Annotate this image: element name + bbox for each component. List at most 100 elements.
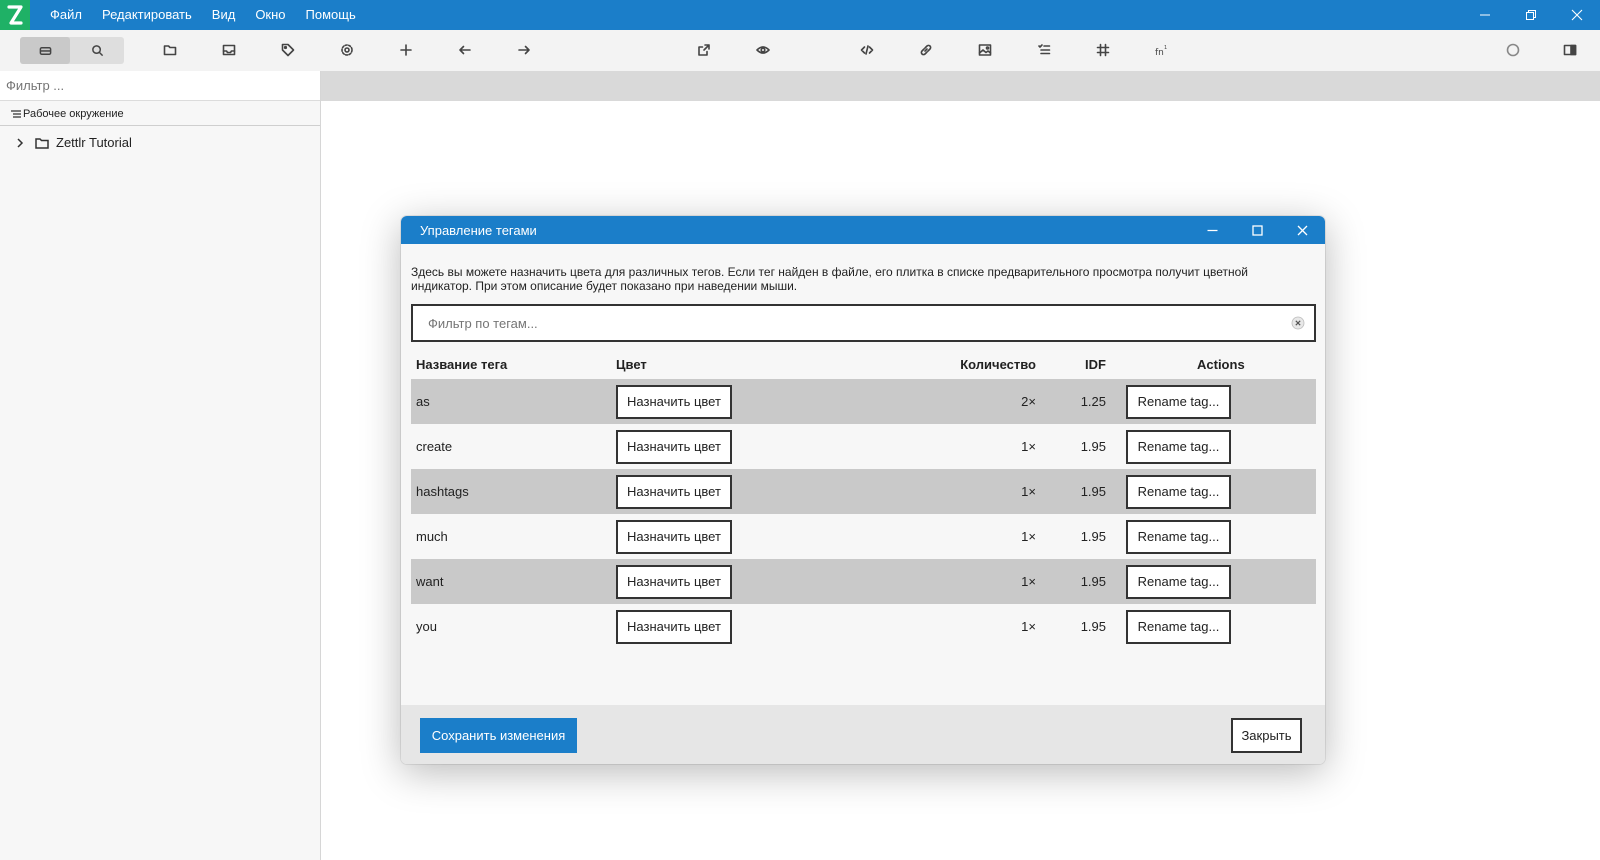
insert-footnote-button[interactable]: fn 1 <box>1146 36 1176 64</box>
table-row: as Назначить цвет 2× 1.25 Rename tag... <box>411 379 1316 424</box>
open-folder-button[interactable] <box>155 36 185 64</box>
rename-tag-button[interactable]: Rename tag... <box>1126 384 1231 419</box>
menu-edit[interactable]: Редактировать <box>92 0 202 30</box>
menu-window[interactable]: Окно <box>245 0 295 30</box>
column-header-count[interactable]: Количество <box>931 350 1041 379</box>
document-tab-bar <box>321 71 1600 101</box>
column-header-color[interactable]: Цвет <box>611 350 931 379</box>
minimize-button[interactable] <box>1462 0 1508 30</box>
column-header-name[interactable]: Название тега <box>411 350 611 379</box>
minimize-icon <box>1480 14 1490 16</box>
column-header-idf[interactable]: IDF <box>1041 350 1111 379</box>
insert-image-button[interactable] <box>970 36 1000 64</box>
link-icon <box>920 44 932 56</box>
plus-icon <box>400 44 412 56</box>
workspace-header[interactable]: Рабочее окружение <box>0 102 320 126</box>
forward-arrow-icon <box>518 45 530 55</box>
preview-button[interactable] <box>748 36 778 64</box>
save-changes-button[interactable]: Сохранить изменения <box>420 718 577 753</box>
minimize-icon <box>1207 229 1218 231</box>
tag-count: 1× <box>931 469 1041 514</box>
tag-name: hashtags <box>411 469 611 514</box>
tag-idf: 1.95 <box>1041 604 1111 649</box>
dialog-footer: Сохранить изменения Закрыть <box>401 705 1325 764</box>
dialog-description: Здесь вы можете назначить цвета для разл… <box>411 265 1248 293</box>
workspace-label: Рабочее окружение <box>23 107 124 120</box>
close-icon <box>1571 9 1583 21</box>
svg-text:1: 1 <box>1164 45 1167 51</box>
table-row: you Назначить цвет 1× 1.95 Rename tag... <box>411 604 1316 649</box>
toggle-sidebar-button[interactable] <box>1555 36 1585 64</box>
rename-tag-button[interactable]: Rename tag... <box>1126 609 1231 644</box>
table-row: much Назначить цвет 1× 1.95 Rename tag..… <box>411 514 1316 559</box>
insert-link-button[interactable] <box>911 36 941 64</box>
pomodoro-button[interactable] <box>1498 36 1528 64</box>
tag-idf: 1.95 <box>1041 559 1111 604</box>
tree-item-zettlr-tutorial[interactable]: Zettlr Tutorial <box>14 135 132 150</box>
global-search-button[interactable] <box>72 37 122 64</box>
tag-count: 1× <box>931 424 1041 469</box>
close-window-button[interactable] <box>1554 0 1600 30</box>
insert-code-button[interactable] <box>852 36 882 64</box>
tag-name: as <box>411 379 611 424</box>
navigate-forward-button[interactable] <box>509 36 539 64</box>
assign-color-button[interactable]: Назначить цвет <box>616 429 732 464</box>
tag-name: much <box>411 514 611 559</box>
insert-table-button[interactable] <box>1088 36 1118 64</box>
dialog-title-bar[interactable]: Управление тегами <box>401 216 1325 244</box>
tag-count: 1× <box>931 514 1041 559</box>
menu-bar: Файл Редактировать Вид Окно Помощь <box>40 0 366 30</box>
clear-filter-button[interactable] <box>1291 316 1305 330</box>
table-row: create Назначить цвет 1× 1.95 Rename tag… <box>411 424 1316 469</box>
dialog-maximize-button[interactable] <box>1235 216 1280 244</box>
rename-tag-button[interactable]: Rename tag... <box>1126 429 1231 464</box>
chevron-right-icon[interactable] <box>14 137 26 149</box>
tag-idf: 1.95 <box>1041 424 1111 469</box>
inbox-icon <box>222 44 236 56</box>
table-header-row: Название тега Цвет Количество IDF Action… <box>411 350 1316 379</box>
export-icon <box>698 44 710 56</box>
close-dialog-button[interactable]: Закрыть <box>1231 718 1302 753</box>
tag-icon <box>281 43 295 57</box>
assign-color-button[interactable]: Назначить цвет <box>616 609 732 644</box>
tag-filter-input[interactable] <box>413 306 1273 340</box>
table-row: want Назначить цвет 1× 1.95 Rename tag..… <box>411 559 1316 604</box>
restore-button[interactable] <box>1508 0 1554 30</box>
menu-view[interactable]: Вид <box>202 0 246 30</box>
code-icon <box>860 45 874 55</box>
table-row: hashtags Назначить цвет 1× 1.95 Rename t… <box>411 469 1316 514</box>
pomodoro-icon <box>1506 43 1520 57</box>
preview-eye-icon <box>756 46 770 54</box>
rename-tag-button[interactable]: Rename tag... <box>1126 564 1231 599</box>
svg-text:fn: fn <box>1155 48 1164 57</box>
file-manager-button[interactable] <box>20 37 70 64</box>
menu-help[interactable]: Помощь <box>296 0 366 30</box>
new-file-button[interactable] <box>391 36 421 64</box>
menu-file[interactable]: Файл <box>40 0 92 30</box>
file-manager-icon <box>39 46 51 55</box>
settings-button[interactable] <box>332 36 362 64</box>
export-button[interactable] <box>689 36 719 64</box>
title-bar: Файл Редактировать Вид Окно Помощь <box>0 0 1600 30</box>
assign-color-button[interactable]: Назначить цвет <box>616 564 732 599</box>
rename-tag-button[interactable]: Rename tag... <box>1126 474 1231 509</box>
restore-icon <box>1526 10 1536 20</box>
tree-item-label: Zettlr Tutorial <box>56 135 132 150</box>
insert-list-button[interactable] <box>1029 36 1059 64</box>
assign-color-button[interactable]: Назначить цвет <box>616 474 732 509</box>
tags-button[interactable] <box>273 36 303 64</box>
assign-color-button[interactable]: Назначить цвет <box>616 519 732 554</box>
tag-idf: 1.25 <box>1041 379 1111 424</box>
rename-tag-button[interactable]: Rename tag... <box>1126 519 1231 554</box>
dialog-close-button[interactable] <box>1280 216 1325 244</box>
app-logo <box>0 0 30 30</box>
inbox-button[interactable] <box>214 36 244 64</box>
tag-count: 2× <box>931 379 1041 424</box>
navigate-back-button[interactable] <box>450 36 480 64</box>
column-header-actions: Actions <box>1197 357 1245 372</box>
image-icon <box>978 44 992 56</box>
dialog-minimize-button[interactable] <box>1190 216 1235 244</box>
assign-color-button[interactable]: Назначить цвет <box>616 384 732 419</box>
sidebar-filter-input[interactable] <box>0 71 320 101</box>
sidebar: Рабочее окружение Zettlr Tutorial <box>0 71 321 860</box>
